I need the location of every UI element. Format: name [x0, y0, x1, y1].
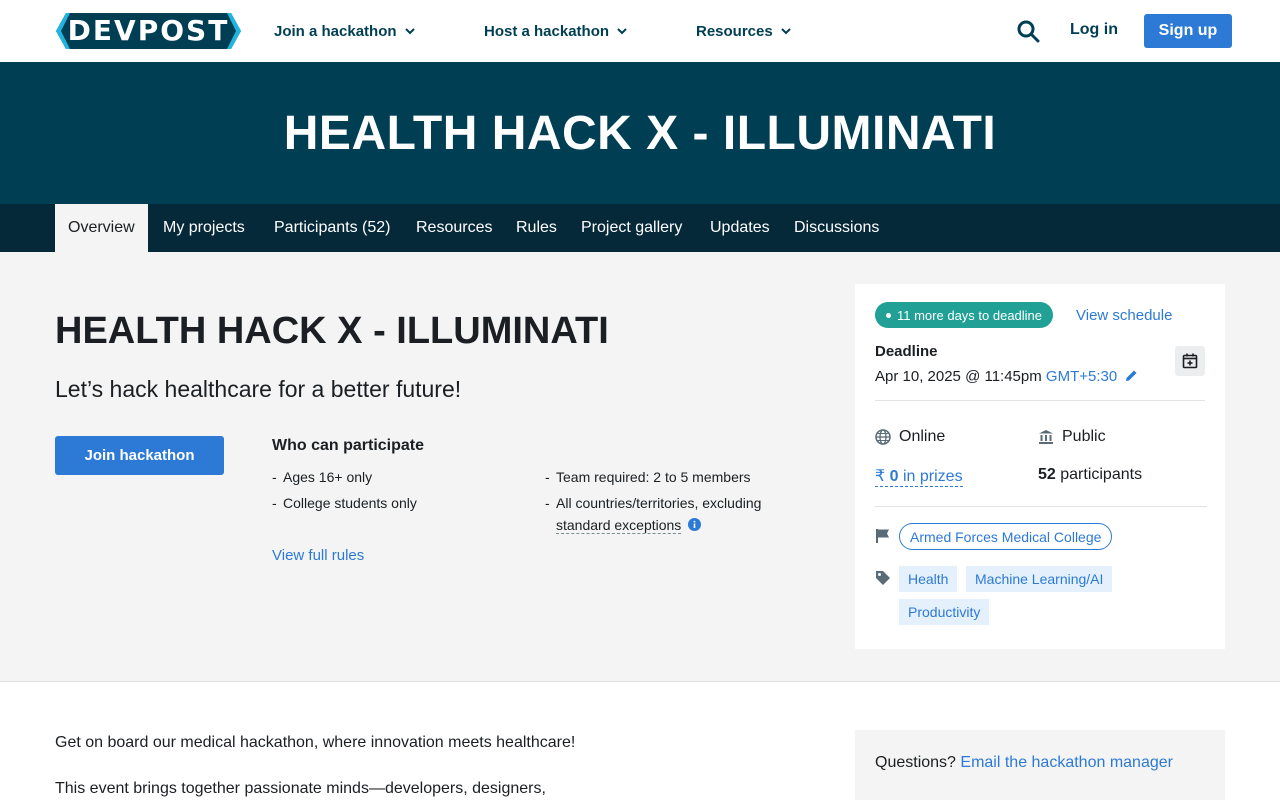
info-icon[interactable] [688, 518, 702, 531]
tab-project-gallery[interactable]: Project gallery [581, 204, 682, 252]
visibility-text: Public [1062, 428, 1106, 445]
eligibility-heading: Who can participate [272, 437, 425, 454]
participant-number: 52 [1038, 466, 1056, 483]
eligibility-text: Team required: 2 to 5 members [556, 469, 751, 485]
institution-icon [1039, 430, 1053, 444]
tab-participants[interactable]: Participants (52) [274, 204, 391, 252]
timezone-link[interactable]: GMT+5:30 [1046, 368, 1117, 385]
prize-currency: ₹ [875, 468, 886, 485]
devpost-logo[interactable]: DEVPOST [56, 13, 241, 49]
tab-rules[interactable]: Rules [516, 204, 557, 252]
tag-icon [876, 571, 890, 585]
deadline-label: Deadline [875, 343, 938, 360]
hero-title: HEALTH HACK X - ILLUMINATI [283, 106, 997, 160]
eligibility-exceptions[interactable]: standard exceptions [556, 517, 702, 534]
questions-text: Questions? Email the hackathon manager [875, 754, 1173, 772]
tab-discussions[interactable]: Discussions [794, 204, 879, 252]
eligibility-text: College students only [283, 495, 417, 511]
eligibility-item: - Ages 16+ only [272, 469, 373, 485]
page-title: HEALTH HACK X - ILLUMINATI [55, 310, 609, 352]
eligibility-text: All countries/territories, excluding [556, 495, 762, 511]
hero-banner: HEALTH HACK X - ILLUMINATI [0, 62, 1280, 204]
participant-suffix: participants [1060, 466, 1143, 483]
globe-icon [875, 429, 891, 445]
pencil-icon[interactable] [1125, 369, 1138, 382]
badge-dot [886, 312, 891, 318]
prize-suffix: in prizes [903, 468, 963, 485]
tagline: Let’s hack healthcare for a better futur… [55, 376, 462, 402]
nav-resources-label: Resources [696, 22, 773, 40]
nav-host-hackathon[interactable]: Host a hackathon [484, 20, 627, 42]
eligibility-item: - College students only [272, 495, 417, 511]
view-full-rules-link[interactable]: View full rules [272, 547, 364, 564]
deadline-value: Apr 10, 2025 @ 11:45pm GMT+5:30 [875, 368, 1138, 385]
add-to-calendar-button[interactable] [1175, 346, 1205, 376]
questions-box: Questions? Email the hackathon manager [855, 730, 1225, 800]
flag-icon [876, 529, 889, 543]
deadline-badge: 11 more days to deadline [875, 302, 1054, 328]
location-text: Online [899, 428, 946, 445]
login-link[interactable]: Log in [1070, 21, 1118, 39]
top-navbar: DEVPOST Join a hackathon Host a hackatho… [0, 0, 1280, 62]
nav-host-label: Host a hackathon [484, 22, 610, 40]
nav-resources[interactable]: Resources [696, 20, 791, 42]
participants-count: 52 participants [1038, 466, 1142, 484]
deadline-datetime: Apr 10, 2025 @ 11:45pm [875, 368, 1042, 385]
tab-updates[interactable]: Updates [710, 204, 770, 252]
theme-tag[interactable]: Machine Learning/AI [966, 566, 1113, 592]
visibility-meta: Public [1038, 428, 1106, 446]
host-organization-pill[interactable]: Armed Forces Medical College [899, 523, 1113, 550]
description-section: Get on board our medical hackathon, wher… [0, 683, 1280, 800]
chevron-down-icon [617, 28, 627, 35]
tab-resources[interactable]: Resources [416, 204, 492, 252]
chevron-down-icon [404, 28, 415, 35]
location-meta: Online [875, 428, 945, 446]
tab-overview[interactable]: Overview [55, 204, 148, 252]
join-hackathon-button[interactable]: Join hackathon [55, 436, 224, 475]
eligibility-text: Ages 16+ only [283, 469, 373, 485]
view-schedule-link[interactable]: View schedule [1076, 307, 1172, 324]
search-icon[interactable] [1016, 19, 1040, 43]
questions-label: Questions? [875, 754, 956, 771]
tab-my-projects[interactable]: My projects [163, 204, 245, 252]
hackathon-info-card: 11 more days to deadline View schedule D… [855, 284, 1225, 649]
eligibility-item: - All countries/territories, excluding [545, 495, 762, 511]
theme-tag[interactable]: Productivity [899, 599, 990, 625]
hackathon-tabs: Overview My projects Participants (52) R… [0, 204, 1280, 252]
email-manager-link[interactable]: Email the hackathon manager [960, 754, 1173, 771]
nav-join-label: Join a hackathon [274, 22, 397, 40]
signup-button[interactable]: Sign up [1144, 14, 1232, 48]
logo-text: DEVPOST [67, 14, 230, 47]
calendar-plus-icon [1182, 353, 1198, 369]
card-divider [875, 506, 1207, 507]
card-divider [875, 400, 1205, 401]
overview-section: HEALTH HACK X - ILLUMINATI Let’s hack he… [0, 252, 1280, 682]
exceptions-text: standard exceptions [556, 517, 682, 534]
nav-join-hackathon[interactable]: Join a hackathon [274, 20, 415, 42]
description-paragraph: Get on board our medical hackathon, wher… [55, 734, 576, 751]
theme-tag[interactable]: Health [899, 566, 958, 592]
prizes-link[interactable]: ₹ 0 in prizes [875, 466, 963, 487]
prize-amount: 0 [889, 468, 899, 485]
description-paragraph: This event brings together passionate mi… [55, 780, 546, 797]
chevron-down-icon [781, 28, 791, 35]
eligibility-item: - Team required: 2 to 5 members [545, 469, 751, 485]
deadline-badge-text: 11 more days to deadline [897, 307, 1043, 323]
